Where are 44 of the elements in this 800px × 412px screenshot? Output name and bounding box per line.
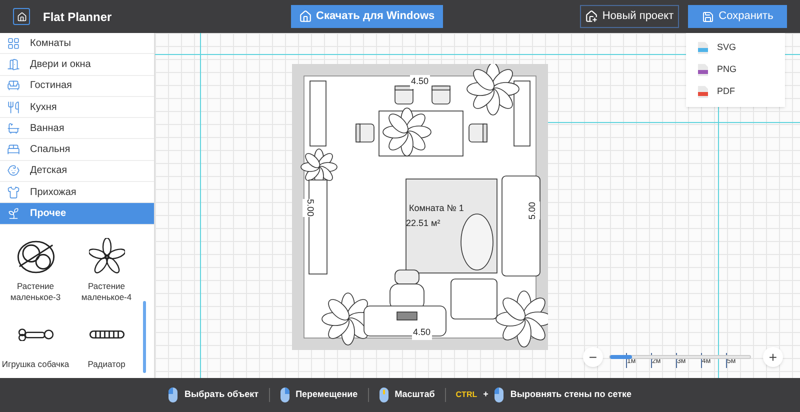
hint-label: Перемещение <box>296 388 358 402</box>
bathtub-icon <box>7 122 20 135</box>
catalog-item[interactable]: Игрушка собачка <box>0 314 71 370</box>
sprout-icon <box>7 207 20 220</box>
mouse-icon <box>168 387 178 403</box>
plus-sign: + <box>483 388 488 402</box>
house-icon <box>299 10 312 23</box>
bed-icon <box>7 143 20 156</box>
dimension-label: 5.00 <box>303 198 317 217</box>
sofa-icon <box>7 79 20 92</box>
save-menu-item[interactable]: PNG <box>686 59 785 81</box>
catalog-item[interactable]: Растение маленькое-3 <box>0 236 71 303</box>
room-area: 22.51 м² <box>406 217 440 230</box>
hint-label: Масштаб <box>394 388 435 402</box>
room-name: Комната № 1 <box>409 202 464 215</box>
dog-toy-drawing <box>18 328 54 342</box>
sidebar-item[interactable]: Гостиная <box>0 76 154 97</box>
catalog-item[interactable]: Растение маленькое-4 <box>71 236 142 303</box>
key-label: CTRL <box>456 389 478 401</box>
radiator-drawing <box>88 330 124 340</box>
catalog-item[interactable]: Радиатор <box>71 314 142 370</box>
dimension-label: 4.50 <box>410 75 430 88</box>
hint-label: Выбрать объект <box>184 388 259 402</box>
scrollbar-thumb[interactable] <box>143 300 146 373</box>
new-project-button[interactable]: Новый проект <box>580 5 679 28</box>
house-logo-icon <box>13 8 30 25</box>
mouse-icon <box>280 387 290 403</box>
zoom-in-button[interactable]: + <box>763 347 783 367</box>
door-icon <box>7 58 20 71</box>
save-menu-item[interactable]: SVG <box>686 37 785 59</box>
dimension-label: 4.50 <box>412 326 432 340</box>
shirt-icon <box>7 186 20 199</box>
utensils-icon <box>7 100 20 114</box>
app-title: Flat Planner <box>43 8 112 26</box>
mouse-icon <box>378 387 389 403</box>
flower-drawing <box>88 238 124 276</box>
save-icon <box>702 10 714 22</box>
zoom-out-button[interactable]: − <box>583 347 603 367</box>
save-menu-item[interactable]: PDF <box>686 81 785 103</box>
grid-icon <box>7 36 20 50</box>
mouse-icon <box>494 387 504 403</box>
house-plus-icon <box>585 10 598 23</box>
zoom-slider[interactable] <box>609 355 751 359</box>
hint-label: Выровнять стены по сетке <box>510 388 632 402</box>
